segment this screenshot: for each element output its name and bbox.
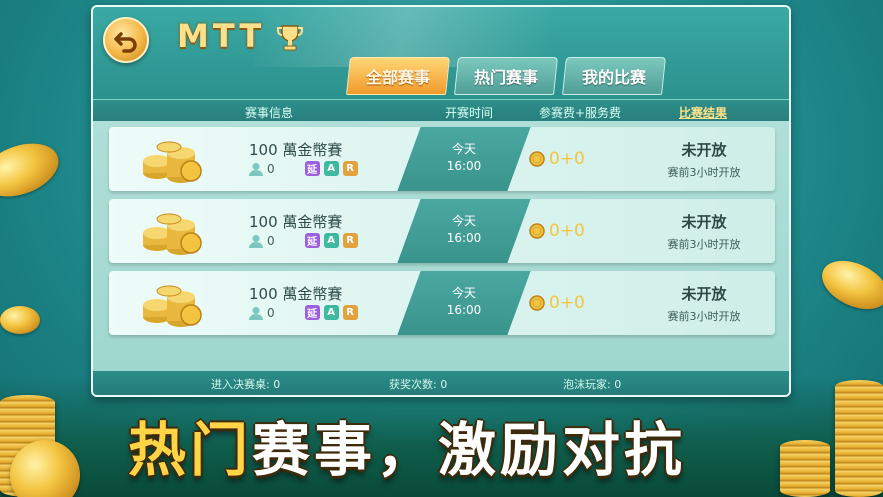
user-icon: [249, 162, 263, 176]
fee-value: 0+0: [549, 221, 585, 241]
promo-banner: 热门赛事，激励对抗: [128, 403, 686, 493]
banner-part1: 热门: [128, 416, 253, 484]
badge-yan: 延: [304, 233, 320, 248]
decor-coin-stack-right2: [780, 440, 830, 497]
player-count: 0: [267, 233, 275, 248]
back-arrow-icon: [114, 32, 137, 53]
player-count: 0: [267, 305, 275, 320]
stat-final-table: 进入决赛桌: 0: [211, 378, 281, 391]
entry-fee: 0+0: [529, 149, 585, 169]
tab-label: 热门赛事: [473, 68, 538, 87]
user-icon: [249, 234, 263, 248]
tournament-row[interactable]: 100 萬金幣賽 0 延 A R 今天 16:00 0+0 未开放 赛前3小时开…: [109, 271, 775, 335]
decor-coin-stack-right: [835, 380, 883, 497]
col-time: 开赛时间: [445, 106, 494, 120]
back-button[interactable]: [103, 17, 149, 63]
start-time: 今天 16:00: [439, 213, 489, 247]
decor-coin-right: [814, 251, 883, 319]
panel-header: MTT 全部赛事 热门赛事 我的比赛: [93, 7, 789, 99]
badge-yan: 延: [304, 305, 320, 320]
badge-a: A: [323, 161, 339, 176]
tab-hot-events[interactable]: 热门赛事: [454, 57, 558, 95]
tab-label: 我的比赛: [581, 68, 646, 87]
col-fee: 参赛费+服务费: [539, 106, 622, 120]
start-clock: 16:00: [446, 303, 482, 317]
stats-footer: 进入决赛桌: 0 获奖次数: 0 泡沫玩家: 0: [93, 371, 789, 395]
coin-icon: [529, 151, 545, 167]
tab-all-events[interactable]: 全部赛事: [346, 57, 450, 95]
start-day: 今天: [451, 286, 476, 300]
mtt-panel: MTT 全部赛事 热门赛事 我的比赛 赛事信息 开赛时间 参赛费+服务费 比赛结…: [91, 5, 791, 397]
decor-coin-left-small: [0, 306, 40, 334]
start-clock: 16:00: [446, 231, 482, 245]
status-label: 未开放: [681, 213, 727, 231]
fee-value: 0+0: [549, 149, 585, 169]
badge-r: R: [342, 233, 358, 248]
col-info: 赛事信息: [245, 106, 294, 120]
status-note: 赛前3小时开放: [667, 166, 741, 179]
player-count: 0: [267, 161, 275, 176]
badge-a: A: [323, 233, 339, 248]
status-label: 未开放: [681, 285, 727, 303]
tournament-meta: 0 延 A R: [249, 305, 358, 320]
page-title: MTT: [177, 17, 266, 55]
column-header: 赛事信息 开赛时间 参赛费+服务费 比赛结果: [93, 99, 789, 121]
status: 未开放 赛前3小时开放: [649, 139, 759, 180]
status: 未开放 赛前3小时开放: [649, 211, 759, 252]
tab-label: 全部赛事: [365, 68, 430, 87]
status-note: 赛前3小时开放: [667, 310, 741, 323]
status-note: 赛前3小时开放: [667, 238, 741, 251]
coin-pile-icon: [143, 213, 202, 255]
start-day: 今天: [451, 142, 476, 156]
badge-a: A: [323, 305, 339, 320]
tournament-meta: 0 延 A R: [249, 233, 358, 248]
coin-icon: [529, 223, 545, 239]
stat-awards: 获奖次数: 0: [389, 378, 448, 391]
stat-bubble: 泡沫玩家: 0: [563, 378, 622, 391]
tournament-name: 100 萬金幣賽: [249, 213, 343, 231]
start-time: 今天 16:00: [439, 285, 489, 319]
start-day: 今天: [451, 214, 476, 228]
col-result[interactable]: 比赛结果: [679, 104, 727, 121]
decor-coin-left: [0, 133, 66, 207]
banner-part3: 激励对抗: [438, 416, 687, 484]
tournament-row[interactable]: 100 萬金幣賽 0 延 A R 今天 16:00 0+0 未开放 赛前3小时开…: [109, 127, 775, 191]
start-clock: 16:00: [446, 159, 482, 173]
entry-fee: 0+0: [529, 293, 585, 313]
coin-pile-icon: [143, 141, 202, 183]
tournament-row[interactable]: 100 萬金幣賽 0 延 A R 今天 16:00 0+0 未开放 赛前3小时开…: [109, 199, 775, 263]
start-time: 今天 16:00: [439, 141, 489, 175]
status: 未开放 赛前3小时开放: [649, 283, 759, 324]
coin-pile-icon: [143, 285, 202, 327]
trophy-icon: [277, 25, 303, 51]
tournament-name: 100 萬金幣賽: [249, 141, 343, 159]
badge-yan: 延: [304, 161, 320, 176]
tab-my-matches[interactable]: 我的比赛: [562, 57, 666, 95]
badge-r: R: [342, 305, 358, 320]
entry-fee: 0+0: [529, 221, 585, 241]
badge-r: R: [342, 161, 358, 176]
status-label: 未开放: [681, 141, 727, 159]
tournament-meta: 0 延 A R: [249, 161, 358, 176]
coin-icon: [529, 295, 545, 311]
tournament-name: 100 萬金幣賽: [249, 285, 343, 303]
tab-bar: 全部赛事 热门赛事 我的比赛: [346, 57, 666, 95]
banner-part2: 赛事，: [252, 416, 439, 484]
fee-value: 0+0: [549, 293, 585, 313]
user-icon: [249, 306, 263, 320]
